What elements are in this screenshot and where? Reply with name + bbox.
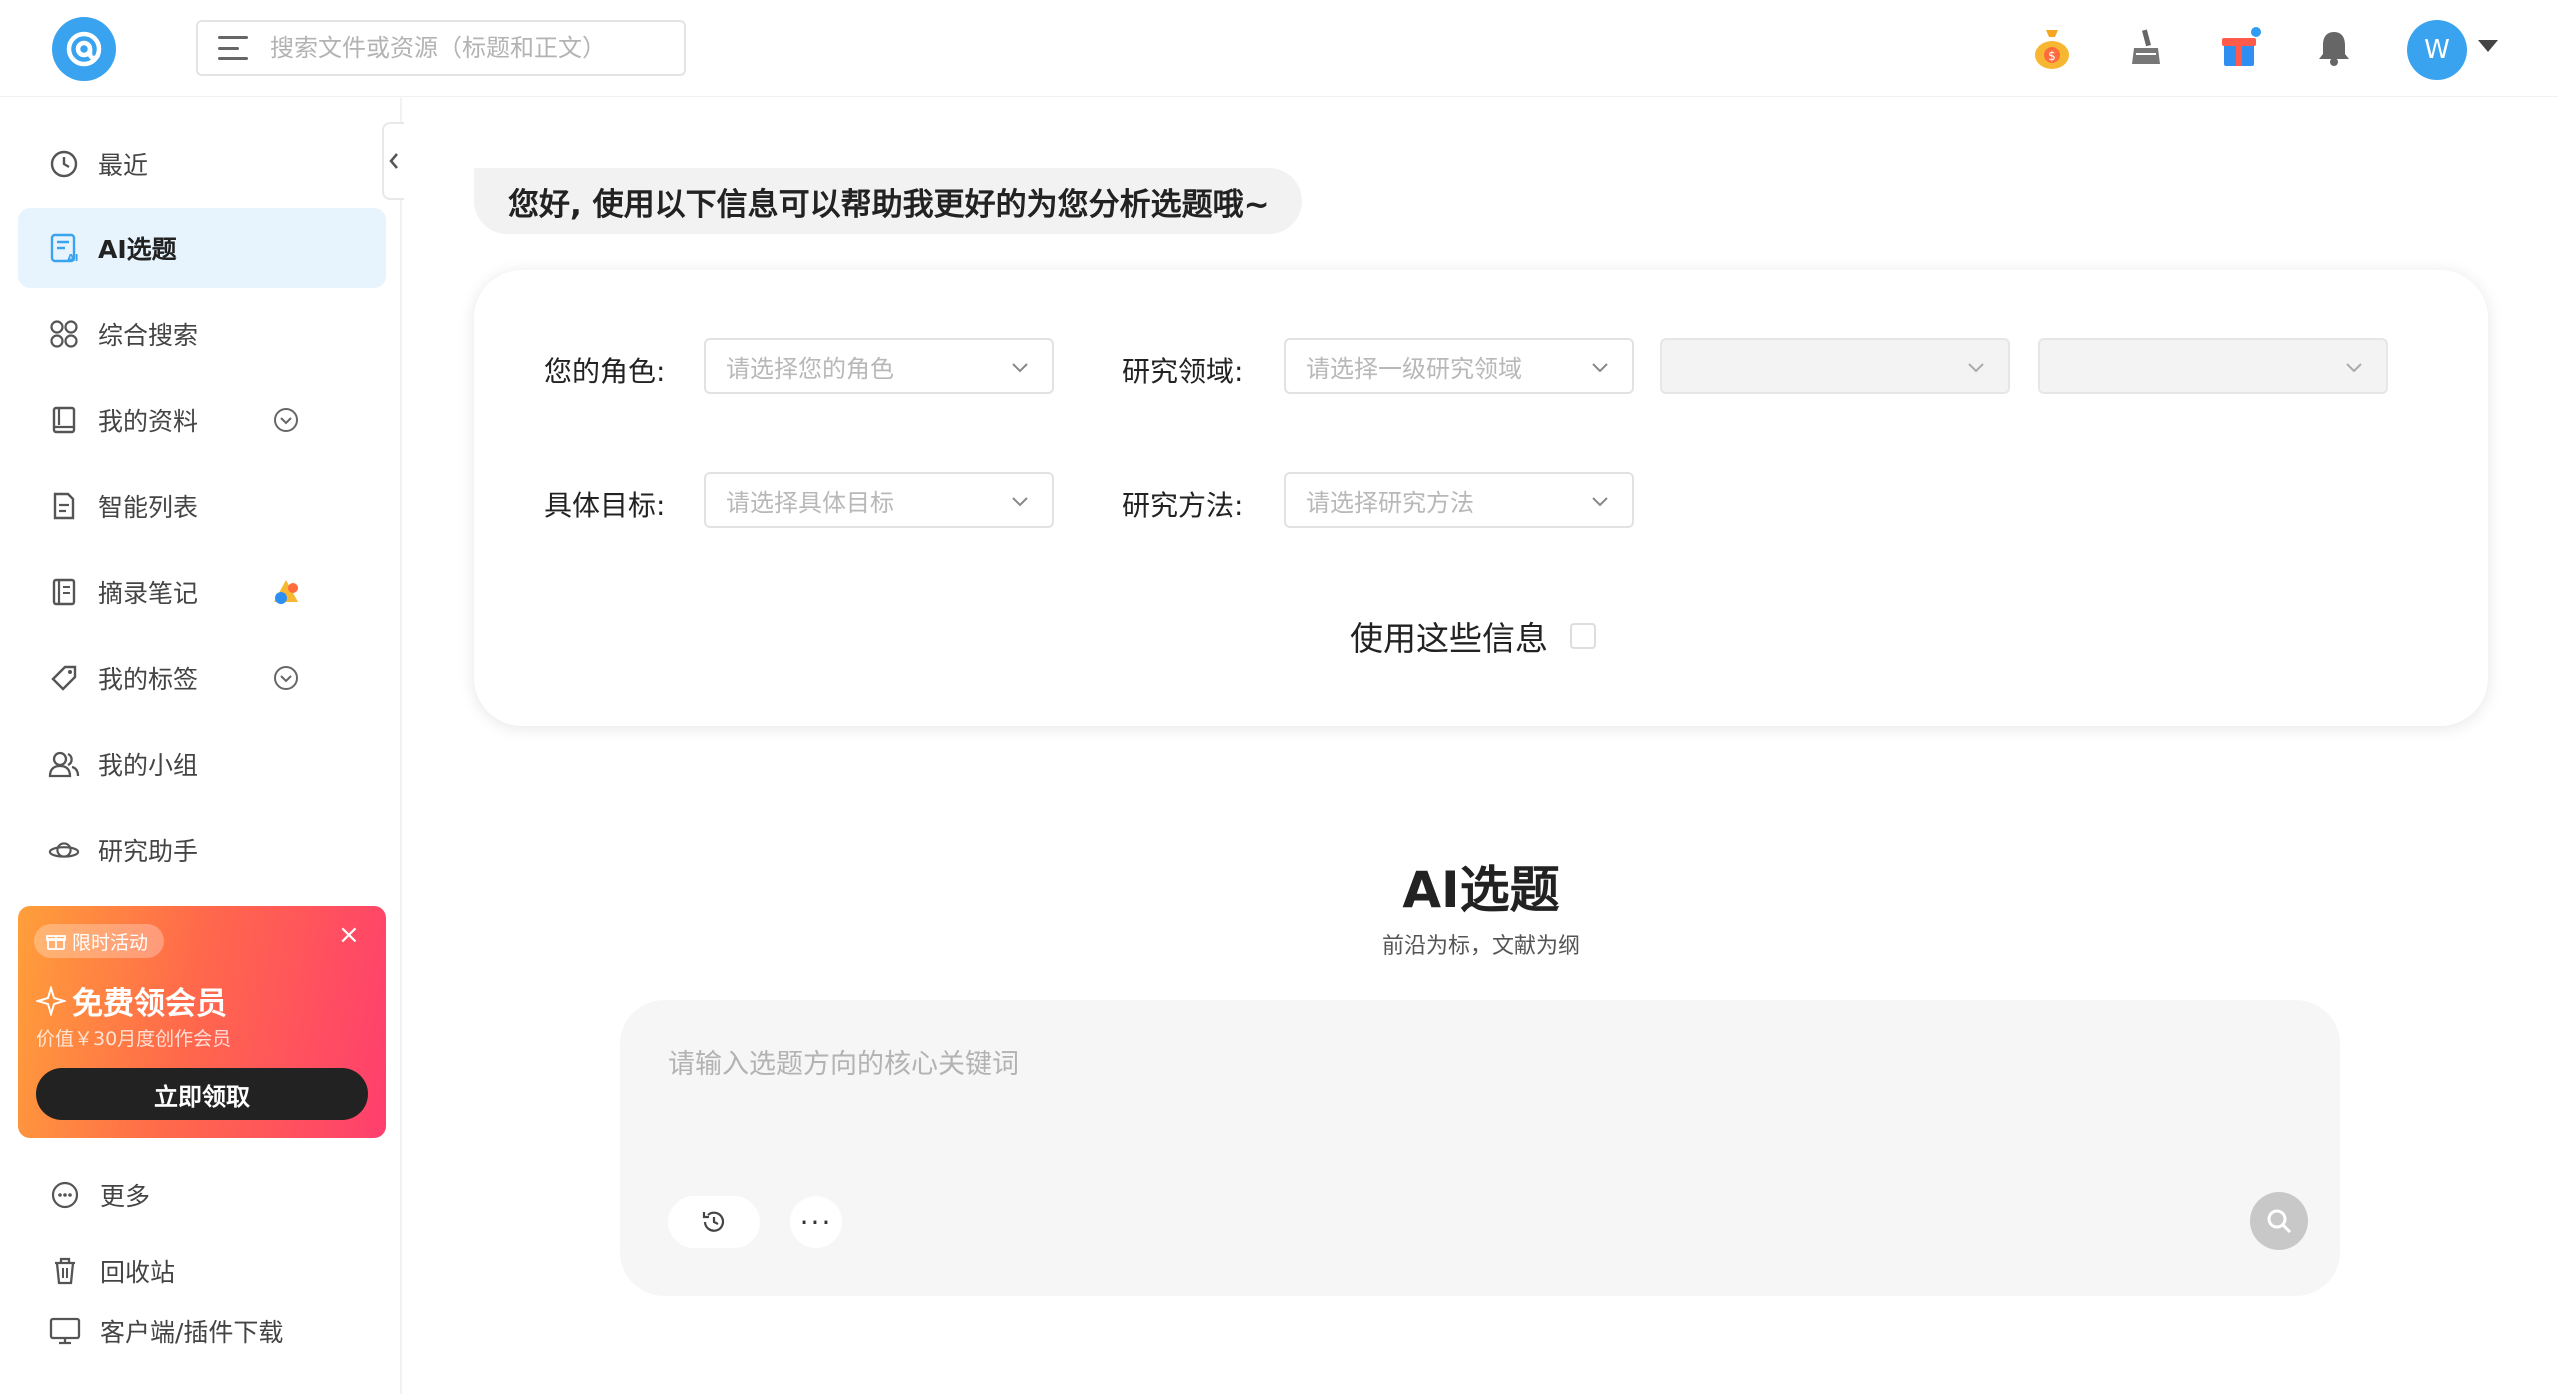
promo-title-text: 免费领会员 <box>72 986 227 1022</box>
chevron-down-icon <box>1968 363 1984 373</box>
sidebar-item-label: 更多 <box>100 1182 151 1211</box>
coin-bag-icon[interactable]: $ <box>2030 26 2074 70</box>
sparkle-icon <box>36 985 66 1016</box>
more-circle-icon <box>48 1178 82 1212</box>
monitor-icon <box>48 1314 82 1348</box>
field-select-placeholder: 请选择一级研究领域 <box>1306 354 1522 383</box>
top-bar: $ W <box>0 0 2558 97</box>
sidebar-item-label: 综合搜索 <box>98 321 199 350</box>
sidebar-item-download[interactable]: 客户端/插件下载 <box>48 1306 283 1356</box>
use-info-label: 使用这些信息 <box>1350 619 1548 658</box>
bell-icon[interactable] <box>2312 26 2356 70</box>
sidebar-item-my-materials[interactable]: 我的资料 <box>18 380 386 460</box>
chevron-down-icon <box>2346 363 2362 373</box>
use-info-checkbox[interactable] <box>1570 623 1596 649</box>
search-box[interactable] <box>196 20 686 76</box>
search-input[interactable] <box>270 34 684 62</box>
goal-select[interactable]: 请选择具体目标 <box>704 472 1054 528</box>
more-options-button[interactable]: ··· <box>790 1196 842 1248</box>
sidebar-item-label: 我的小组 <box>98 751 199 780</box>
sidebar-item-tags[interactable]: 我的标签 <box>18 638 386 718</box>
broom-icon[interactable] <box>2124 26 2168 70</box>
sidebar-item-label: 我的资料 <box>98 407 199 436</box>
svg-text:$: $ <box>2048 49 2056 63</box>
search-icon <box>2267 1209 2292 1234</box>
sidebar-item-label: 回收站 <box>100 1258 176 1287</box>
sidebar-item-search[interactable]: 综合搜索 <box>18 294 386 374</box>
avatar-dropdown-icon[interactable] <box>2478 40 2498 52</box>
sidebar-item-label: 客户端/插件下载 <box>100 1318 284 1347</box>
sidebar-item-label: 最近 <box>98 151 149 180</box>
greeting-bubble: 您好, 使用以下信息可以帮助我更好的为您分析选题哦~ <box>474 168 1302 234</box>
chevron-down-icon[interactable] <box>272 664 300 698</box>
sidebar-item-ai-topic[interactable]: AI AI选题 <box>18 208 386 288</box>
method-label: 研究方法: <box>1122 489 1244 522</box>
notebook-icon <box>48 576 80 608</box>
keyword-input[interactable] <box>668 1042 2268 1162</box>
goal-select-placeholder: 请选择具体目标 <box>726 488 894 517</box>
method-select[interactable]: 请选择研究方法 <box>1284 472 1634 528</box>
chevron-down-icon <box>1012 363 1028 373</box>
user-avatar[interactable]: W <box>2407 20 2467 80</box>
app-logo[interactable] <box>52 17 116 81</box>
ai-document-icon: AI <box>48 232 80 264</box>
sidebar-item-more[interactable]: 更多 <box>48 1170 150 1220</box>
sidebar-item-label: AI选题 <box>98 235 177 264</box>
sidebar-item-label: 摘录笔记 <box>98 579 199 608</box>
use-info-row: 使用这些信息 <box>1350 612 1596 660</box>
chevron-down-icon <box>1012 497 1028 507</box>
users-icon <box>48 748 80 780</box>
keyword-composer: ··· <box>620 1000 2340 1296</box>
chevron-down-icon <box>1592 363 1608 373</box>
page-subtitle: 前沿为标，文献为纲 <box>1381 934 1580 959</box>
chevron-left-icon <box>389 153 398 169</box>
search-submit-button[interactable] <box>2250 1192 2308 1250</box>
sidebar-item-notes[interactable]: 摘录笔记 <box>18 552 386 632</box>
field-level2-select[interactable] <box>1660 338 2010 394</box>
grid-circles-icon <box>48 318 80 350</box>
history-icon <box>702 1211 725 1232</box>
gift-icon[interactable] <box>2218 26 2262 70</box>
page-title: AI选题 <box>1402 861 1560 919</box>
role-select[interactable]: 请选择您的角色 <box>704 338 1054 394</box>
sidebar-item-groups[interactable]: 我的小组 <box>18 724 386 804</box>
history-button[interactable] <box>668 1196 760 1248</box>
at-logo-icon <box>66 31 102 67</box>
field-level3-select[interactable] <box>2038 338 2388 394</box>
role-label: 您的角色: <box>544 355 666 388</box>
list-document-icon <box>48 490 80 522</box>
claim-button[interactable]: 立即领取 <box>36 1068 368 1120</box>
role-select-placeholder: 请选择您的角色 <box>726 354 894 383</box>
sidebar-item-recent[interactable]: 最近 <box>18 124 386 204</box>
svg-text:AI: AI <box>67 253 78 264</box>
tag-icon <box>48 662 80 694</box>
profile-form-card: 您的角色: 请选择您的角色 研究领域: 请选择一级研究领域 具体目标: 请选择具… <box>474 270 2488 726</box>
promo-subtitle: 价值￥30月度创作会员 <box>36 1028 232 1050</box>
field-level1-select[interactable]: 请选择一级研究领域 <box>1284 338 1634 394</box>
goal-label: 具体目标: <box>544 489 666 522</box>
sidebar-item-label: 我的标签 <box>98 665 199 694</box>
book-icon <box>48 404 80 436</box>
sidebar-item-smart-list[interactable]: 智能列表 <box>18 466 386 546</box>
field-label: 研究领域: <box>1122 355 1244 388</box>
chevron-down-icon[interactable] <box>272 406 300 440</box>
method-select-placeholder: 请选择研究方法 <box>1306 488 1474 517</box>
chevron-down-icon <box>1592 497 1608 507</box>
trash-icon <box>48 1254 82 1288</box>
sidebar-item-label: 智能列表 <box>98 493 199 522</box>
clock-icon <box>48 148 80 180</box>
sidebar-item-trash[interactable]: 回收站 <box>48 1246 175 1296</box>
colorful-badge-icon <box>270 576 302 614</box>
menu-icon[interactable] <box>218 36 248 60</box>
promo-title: 免费领会员 <box>36 978 227 1023</box>
